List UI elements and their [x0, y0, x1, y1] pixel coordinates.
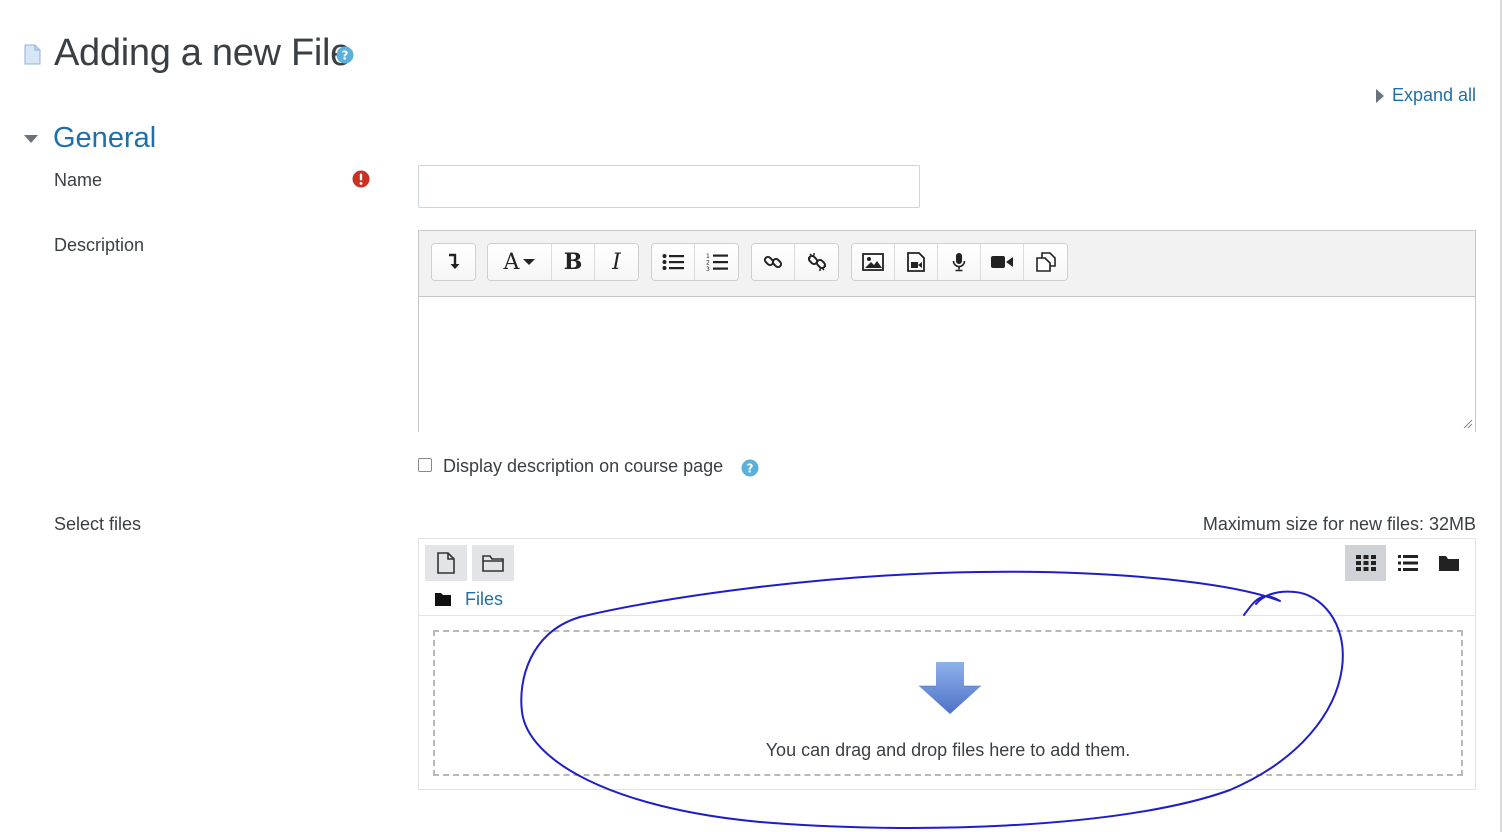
unordered-list-icon: [662, 254, 684, 270]
svg-text:3: 3: [706, 266, 710, 272]
divider: [419, 615, 1475, 616]
description-editor: A B I 1 2 3: [418, 230, 1476, 432]
add-file-button[interactable]: [425, 545, 467, 581]
unlink-icon: [807, 253, 826, 271]
toolbar-group-links: [751, 243, 839, 281]
folder-icon: [435, 593, 451, 606]
toolbar-record-video-button[interactable]: [981, 244, 1024, 280]
toolbar-media-button[interactable]: [895, 244, 938, 280]
toolbar-group-text: A B I: [487, 243, 639, 281]
toolbar-record-audio-button[interactable]: [938, 244, 981, 280]
expand-all-link[interactable]: Expand all: [1375, 85, 1476, 106]
resize-handle-icon[interactable]: [1463, 419, 1473, 429]
name-label: Name: [54, 170, 103, 190]
svg-text:?: ?: [747, 462, 754, 476]
name-input[interactable]: [418, 165, 920, 208]
font-style-icon: A: [503, 249, 520, 275]
view-list-button[interactable]: [1387, 545, 1428, 581]
caret-down-icon: [24, 134, 38, 143]
ordered-list-icon: 1 2 3: [706, 253, 728, 272]
file-manager: Files You can drag and drop files here t…: [418, 538, 1476, 790]
caret-right-icon: [1375, 88, 1384, 103]
section-general-toggle[interactable]: General: [24, 122, 156, 155]
chevron-down-icon: [523, 259, 536, 265]
window-edge: [1500, 0, 1502, 832]
help-icon[interactable]: ?: [336, 46, 354, 64]
select-files-label: Select files: [54, 514, 142, 534]
file-icon: [24, 44, 41, 65]
toolbar-unlink-button[interactable]: [795, 244, 838, 280]
toolbar-font-style-button[interactable]: A: [488, 244, 552, 280]
toolbar-unordered-list-button[interactable]: [652, 244, 695, 280]
breadcrumb: Files: [435, 589, 503, 610]
media-icon: [907, 252, 925, 272]
expand-all-label: Expand all: [1391, 85, 1476, 105]
toolbar-image-button[interactable]: [852, 244, 895, 280]
max-size-text: Maximum size for new files: 32MB: [1202, 514, 1476, 534]
description-label: Description: [54, 235, 145, 255]
svg-text:?: ?: [342, 49, 349, 63]
microphone-icon: [952, 253, 966, 272]
folder-outline-icon: [482, 555, 504, 572]
dropzone-text: You can drag and drop files here to add …: [765, 740, 1131, 760]
file-dropzone[interactable]: You can drag and drop files here to add …: [433, 630, 1463, 776]
bold-icon: B: [563, 249, 583, 275]
editor-toolbar: A B I 1 2 3: [419, 231, 1475, 296]
breadcrumb-files-link[interactable]: Files: [465, 589, 503, 610]
collapse-icon: [448, 253, 459, 269]
view-icons-button[interactable]: [1345, 545, 1386, 581]
toolbar-group-lists: 1 2 3: [651, 243, 739, 281]
drop-arrow-icon: [919, 662, 981, 714]
toolbar-collapse-button[interactable]: [432, 244, 475, 280]
toolbar-group-collapse: [431, 243, 476, 281]
video-camera-icon: [991, 256, 1013, 268]
list-icon: [1397, 555, 1418, 571]
grid-icon: [1355, 555, 1376, 571]
view-tree-button[interactable]: [1428, 545, 1469, 581]
image-icon: [862, 253, 884, 271]
toolbar-bold-button[interactable]: B: [552, 244, 595, 280]
display-description-label: Display description on course page: [443, 456, 724, 476]
italic-icon: I: [612, 249, 621, 275]
toolbar-italic-button[interactable]: I: [595, 244, 638, 280]
folder-icon: [1438, 556, 1459, 571]
toolbar-manage-files-button[interactable]: [1024, 244, 1067, 280]
required-icon: [352, 170, 370, 188]
toolbar-ordered-list-button[interactable]: 1 2 3: [695, 244, 738, 280]
toolbar-link-button[interactable]: [752, 244, 795, 280]
toolbar-group-media: [851, 243, 1068, 281]
create-folder-button[interactable]: [472, 545, 514, 581]
help-icon[interactable]: ?: [741, 459, 759, 477]
description-textarea[interactable]: [419, 296, 1475, 432]
page-title: Adding a new File: [54, 32, 351, 74]
section-title: General: [53, 122, 157, 154]
new-file-icon: [437, 552, 455, 574]
display-description-checkbox[interactable]: [418, 458, 432, 472]
link-icon: [763, 255, 783, 269]
manage-files-icon: [1035, 252, 1056, 272]
